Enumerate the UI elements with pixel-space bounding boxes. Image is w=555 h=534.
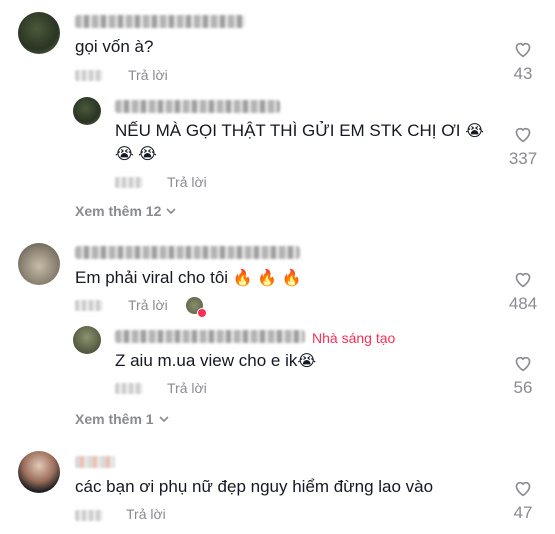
like-count: 56 — [513, 378, 533, 397]
avatar[interactable] — [73, 326, 101, 354]
timestamp-blurred — [75, 300, 103, 311]
timestamp-blurred — [75, 70, 103, 81]
heart-badge-icon — [197, 308, 207, 318]
reply-button[interactable]: Trả lời — [128, 297, 168, 313]
heart-icon — [515, 127, 531, 143]
like-button[interactable]: 484 — [501, 270, 545, 314]
comment-text: NẾU MÀ GỌI THẬT THÌ GỬI EM STK CHỊ ƠI 😭 — [115, 121, 484, 140]
username-blurred[interactable] — [115, 330, 305, 343]
heart-icon — [515, 272, 531, 288]
chevron-down-icon — [159, 416, 169, 422]
avatar[interactable] — [18, 12, 60, 54]
like-count: 43 — [513, 64, 533, 83]
avatar[interactable] — [18, 243, 60, 285]
like-button[interactable]: 47 — [501, 479, 545, 523]
like-button[interactable]: 337 — [501, 125, 545, 169]
comment-text: Em phải viral cho tôi 🔥 🔥 🔥 — [75, 268, 302, 287]
timestamp-blurred — [75, 510, 103, 521]
comment-emoji: 😭 😭 — [115, 146, 157, 163]
like-button[interactable]: 43 — [501, 40, 545, 84]
comment-text: gọi vốn à? — [75, 37, 154, 56]
reply-button[interactable]: Trả lời — [167, 380, 207, 396]
reply-button[interactable]: Trả lời — [126, 506, 166, 522]
view-more-replies[interactable]: Xem thêm 12 — [75, 203, 176, 219]
heart-icon — [515, 42, 531, 58]
username-blurred[interactable] — [75, 246, 300, 259]
chevron-down-icon — [166, 208, 176, 214]
like-count: 337 — [508, 149, 538, 168]
timestamp-blurred — [115, 177, 143, 188]
username-blurred[interactable] — [75, 15, 245, 28]
like-button[interactable]: 56 — [501, 354, 545, 398]
avatar[interactable] — [73, 97, 101, 125]
comment-text: Z aiu m.ua view cho e ik😭 — [115, 351, 317, 370]
like-count: 47 — [513, 503, 533, 522]
heart-icon — [515, 481, 531, 497]
heart-icon — [515, 356, 531, 372]
creator-badge: Nhà sáng tạo — [312, 330, 396, 346]
like-count: 484 — [508, 294, 538, 313]
comment-text: các bạn ơi phụ nữ đẹp nguy hiểm đừng lao… — [75, 477, 434, 496]
username-blurred[interactable] — [75, 456, 115, 468]
reply-button[interactable]: Trả lời — [128, 67, 168, 83]
reply-button[interactable]: Trả lời — [167, 174, 207, 190]
username-blurred[interactable] — [115, 100, 280, 113]
avatar[interactable] — [18, 451, 60, 493]
timestamp-blurred — [115, 383, 143, 394]
view-more-replies[interactable]: Xem thêm 1 — [75, 411, 169, 427]
